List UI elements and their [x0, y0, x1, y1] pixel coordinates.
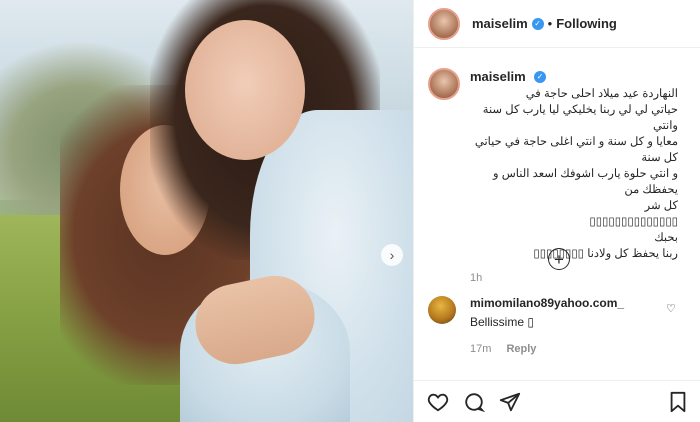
heart-icon[interactable]: ♡	[666, 302, 676, 315]
post-header: maiselim ✓ • Following	[414, 0, 700, 48]
caption-username[interactable]: maiselim	[470, 69, 526, 84]
header-username[interactable]: maiselim	[472, 16, 528, 31]
chevron-right-icon[interactable]: ›	[381, 244, 403, 266]
photo-face	[185, 20, 305, 160]
comment-timestamp[interactable]: 17m	[470, 343, 491, 355]
comment-meta: 17m Reply	[470, 343, 660, 355]
caption-text: النهاردة عيد ميلاد احلى حاجة في حياتي لي…	[474, 88, 678, 260]
comment-text: Bellissime ▯	[470, 315, 534, 329]
avatar[interactable]	[428, 7, 460, 40]
paper-plane-icon[interactable]	[498, 390, 522, 414]
verified-badge-icon: ✓	[531, 17, 544, 30]
avatar[interactable]	[428, 68, 460, 100]
caption-body: maiselim ✓ النهاردة عيد ميلاد احلى حاجة …	[470, 68, 678, 284]
separator-dot: •	[547, 16, 553, 31]
comment-item: mimomilano89yahoo.com_ Bellissime ▯ 17m …	[428, 296, 690, 355]
caption-timestamp[interactable]: 1h	[470, 272, 678, 284]
avatar[interactable]	[428, 296, 456, 324]
heart-icon[interactable]	[426, 390, 450, 414]
action-bar	[414, 380, 700, 422]
verified-badge-icon: ✓	[534, 70, 547, 83]
reply-button[interactable]: Reply	[506, 343, 536, 355]
post-side-panel: maiselim ✓ • Following maiselim ✓ النهار…	[413, 0, 700, 422]
comment-username[interactable]: mimomilano89yahoo.com_	[470, 296, 660, 310]
plus-circle-icon[interactable]: +	[548, 248, 570, 270]
comment-bubble-icon[interactable]	[462, 390, 486, 414]
following-button[interactable]: Following	[556, 16, 617, 31]
post-photo[interactable]: ›	[0, 0, 413, 422]
comment-body: mimomilano89yahoo.com_ Bellissime ▯ 17m …	[470, 296, 660, 355]
bookmark-icon[interactable]	[667, 391, 689, 413]
